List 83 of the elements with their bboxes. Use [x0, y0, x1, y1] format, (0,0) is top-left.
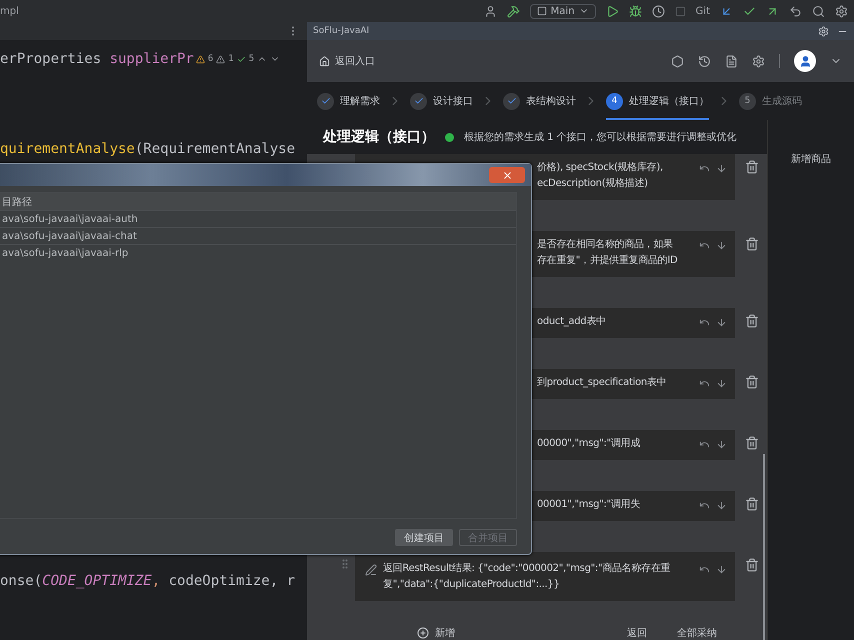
inspection-count[interactable]: 1: [228, 54, 234, 64]
delete-icon[interactable]: [745, 375, 759, 389]
code-line: quirementAnalyse(RequirementAnalyse: [0, 140, 296, 159]
delete-icon[interactable]: [745, 436, 759, 450]
undo-icon[interactable]: [699, 439, 710, 450]
close-button[interactable]: [489, 167, 525, 183]
undo-icon[interactable]: [789, 4, 802, 18]
square-icon: [536, 6, 547, 16]
check-icon: [320, 96, 330, 106]
footer-button[interactable]: 全部采纳: [667, 626, 727, 640]
status-message: 根据您的需求生成 1 个接口，您可以根据需要进行调整或优化: [464, 130, 737, 144]
search-icon[interactable]: [812, 4, 825, 18]
inspection-count[interactable]: 6: [208, 54, 214, 64]
bug-icon[interactable]: [628, 4, 642, 18]
card-text: 00000","msg":"调用成: [537, 436, 641, 451]
undo-icon[interactable]: [699, 163, 710, 174]
settings-icon[interactable]: [818, 26, 829, 36]
arrow-down-icon[interactable]: [716, 500, 727, 511]
side-item[interactable]: 新增商品: [791, 152, 831, 166]
home-icon: [319, 56, 330, 66]
step-tab[interactable]: 表结构设计: [503, 82, 576, 120]
undo-icon[interactable]: [699, 317, 710, 328]
card-text: 返回RestResult结果: {"code":"000002","msg":"商品名称存在重 复","data":{"duplicateProductId":...}}: [383, 562, 672, 592]
project-name: mpl: [0, 6, 19, 16]
scrollbar[interactable]: [763, 454, 765, 640]
delete-icon[interactable]: [745, 497, 759, 511]
warning-icon: [216, 54, 226, 64]
card-text: 00001","msg":"调用失: [537, 498, 641, 512]
add-button[interactable]: 新增: [417, 626, 455, 640]
vcs-label[interactable]: Git: [696, 6, 710, 16]
check-icon: [236, 54, 246, 64]
delete-icon[interactable]: [745, 314, 759, 328]
dialog-button[interactable]: 创建项目: [395, 529, 453, 546]
card-text: 是否存在相同名称的商品，如果 存在重复"，并提供重复商品的ID: [537, 238, 678, 268]
undo-icon[interactable]: [699, 240, 710, 251]
list-row[interactable]: ava\sofu-javaai\javaai-chat: [0, 227, 516, 244]
document-icon[interactable]: [725, 54, 738, 68]
hexagon-icon[interactable]: [671, 54, 684, 68]
hammer-icon[interactable]: [506, 4, 520, 18]
plus-icon: [417, 627, 429, 639]
check-icon: [506, 96, 516, 106]
undo-icon[interactable]: [699, 500, 710, 511]
arrow-down-icon[interactable]: [716, 163, 727, 174]
history-icon[interactable]: [698, 54, 711, 68]
delete-icon[interactable]: [745, 237, 759, 251]
avatar-icon[interactable]: [794, 50, 816, 72]
footer-button[interactable]: 返回: [617, 626, 657, 640]
card-text: 到product_specification表中: [537, 376, 668, 390]
card-text: 价格), specStock(规格库存), ecDescription(规格描述): [537, 160, 664, 191]
section-heading: 处理逻辑（接口）: [323, 128, 435, 146]
check-icon: [414, 96, 424, 106]
warning-icon: [196, 54, 205, 64]
edit-icon[interactable]: [365, 564, 377, 576]
user-icon[interactable]: [484, 4, 497, 18]
arrow-down-icon[interactable]: [716, 378, 727, 389]
code-line: erProperties supplierPr 6 1 5: [0, 48, 307, 70]
step-tab[interactable]: 设计接口: [410, 82, 473, 120]
column-header: 目路径: [0, 193, 516, 210]
clock-icon[interactable]: [652, 4, 665, 18]
commit-icon[interactable]: [743, 4, 756, 18]
arrow-down-icon[interactable]: [716, 240, 727, 251]
inspection-count[interactable]: 5: [248, 54, 254, 64]
undo-icon[interactable]: [699, 378, 710, 389]
arrow-down-icon[interactable]: [716, 317, 727, 328]
step-tab[interactable]: 5 生成源码: [739, 82, 802, 120]
panel-title: SoFlu-JavaAI: [313, 26, 370, 36]
list-row[interactable]: ava\sofu-javaai\javaai-auth: [0, 210, 516, 227]
card-text: oduct_add表中: [537, 314, 607, 329]
delete-icon[interactable]: [745, 160, 759, 174]
status-dot: [445, 132, 454, 142]
close-icon: [502, 170, 512, 180]
back-link[interactable]: 返回入口: [319, 54, 375, 68]
delete-icon[interactable]: [745, 558, 759, 572]
arrow-down-icon[interactable]: [716, 564, 727, 575]
run-icon[interactable]: [606, 4, 619, 18]
arrow-down-icon[interactable]: [716, 439, 727, 450]
run-config-dropdown[interactable]: Main: [530, 4, 596, 18]
step-tab[interactable]: 理解需求: [317, 82, 380, 120]
code-line: onse(CODE_OPTIMIZE, codeOptimize, r: [0, 572, 296, 591]
settings-icon[interactable]: [752, 54, 765, 68]
undo-icon[interactable]: [699, 564, 710, 575]
settings-icon[interactable]: [835, 4, 848, 18]
list-row[interactable]: ava\sofu-javaai\javaai-rlp: [0, 244, 516, 261]
